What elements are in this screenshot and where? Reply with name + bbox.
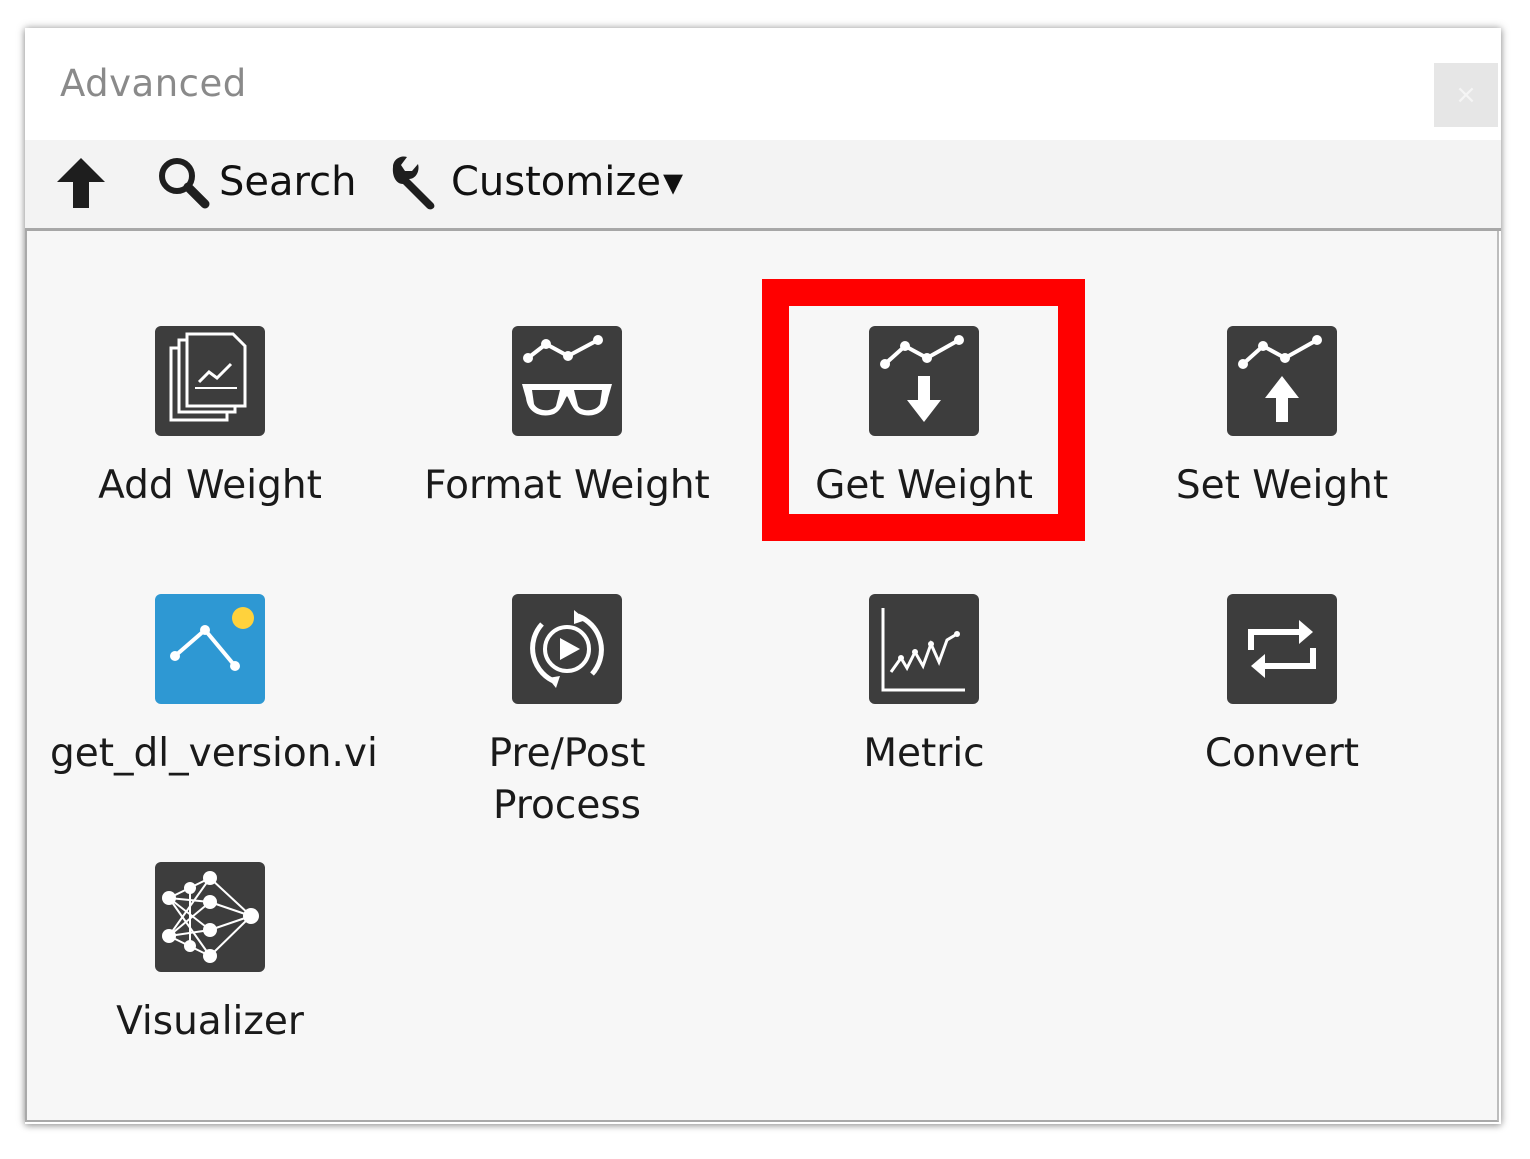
palette-item-label: Metric: [863, 731, 985, 776]
palette-item-label: Add Weight: [98, 463, 322, 508]
up-button[interactable]: [55, 152, 107, 212]
advanced-palette-window: Advanced × Search Customize ▾ Add Weight…: [25, 28, 1501, 1124]
search-button[interactable]: Search: [155, 152, 356, 212]
customize-label: Customize: [451, 159, 661, 205]
customize-menu-button[interactable]: Customize ▾: [385, 152, 683, 212]
neural-network-icon: [155, 862, 265, 972]
palette-item-add-weight[interactable]: Add Weight: [50, 326, 370, 512]
palette-item-label: Convert: [1204, 731, 1360, 776]
palette-item-label: Pre/Post Process: [488, 731, 646, 828]
palette-item-label: Get Weight: [815, 463, 1033, 508]
search-label: Search: [219, 159, 357, 205]
convert-arrows-icon: [1227, 594, 1337, 704]
palette-item-label: Visualizer: [116, 999, 304, 1044]
palette-item-set-weight[interactable]: Set Weight: [1122, 326, 1442, 512]
palette-item-metric[interactable]: Metric: [764, 594, 1084, 780]
search-icon: [159, 158, 210, 209]
title-bar[interactable]: Advanced ×: [25, 28, 1501, 140]
palette-item-format-weight[interactable]: Format Weight: [407, 326, 727, 512]
wrench-icon: [392, 156, 435, 210]
palette-content: Add Weight Format Weight Get Weight Set …: [25, 231, 1499, 1122]
palette-item-get-weight[interactable]: Get Weight: [764, 326, 1084, 512]
cycle-play-icon: [512, 594, 622, 704]
palette-item-convert[interactable]: Convert: [1122, 594, 1442, 780]
close-button[interactable]: ×: [1434, 63, 1498, 127]
chart-up-arrow-icon: [1227, 326, 1337, 436]
glasses-chart-icon: [512, 326, 622, 436]
palette-item-visualizer[interactable]: Visualizer: [50, 862, 370, 1048]
palette-item-label: get_dl_version.vi: [50, 731, 378, 776]
palette-item-label: Set Weight: [1175, 463, 1389, 508]
up-arrow-icon: [57, 158, 105, 208]
palette-toolbar: Search Customize ▾: [25, 140, 1501, 231]
window-title: Advanced: [60, 62, 247, 105]
stacked-pages-chart-icon: [155, 326, 265, 436]
palette-item-get-dl-version[interactable]: get_dl_version.vi: [50, 594, 378, 780]
blue-graph-icon: [155, 594, 265, 704]
palette-item-pre-post-process[interactable]: Pre/Post Process: [407, 594, 727, 832]
palette-item-label: Format Weight: [424, 463, 710, 508]
line-graph-icon: [869, 594, 979, 704]
chevron-down-icon: ▾: [662, 159, 684, 205]
chart-down-arrow-icon: [869, 326, 979, 436]
